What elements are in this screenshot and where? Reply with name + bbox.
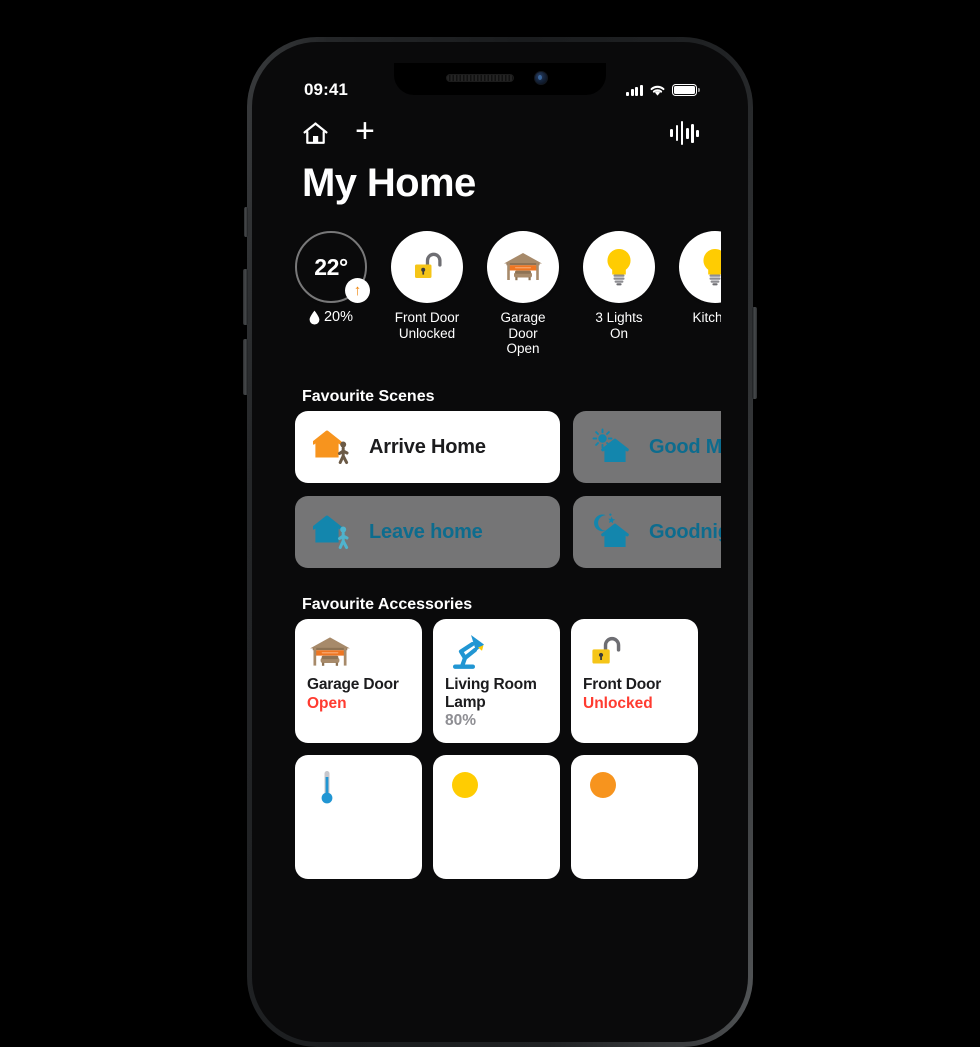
accessory-name: Garage Door [307, 676, 399, 693]
accessory-card-partial[interactable] [433, 755, 560, 879]
status-item-label: Kitchen [692, 310, 721, 325]
phone-device: 09:41 + My Home 22° ↑ 20% Front Door Unl… [243, 37, 757, 1047]
status-item-label: Garage Door Open [500, 310, 546, 356]
scene-card-good-morning[interactable]: Good Morning [573, 411, 721, 483]
accessory-name: Front Door [583, 676, 662, 693]
house-moon-icon [591, 512, 635, 552]
wifi-icon [649, 84, 666, 97]
scene-label: Arrive Home [369, 435, 486, 458]
front-camera-icon [533, 71, 548, 85]
accessories-grid-row-partial [295, 755, 721, 879]
status-item-garage-door[interactable]: Garage Door Open [485, 231, 561, 357]
waveform-icon[interactable] [670, 121, 699, 145]
humidity-value: 20% [323, 309, 354, 325]
lightbulb-on-icon [602, 246, 636, 288]
humidity-readout: 20% [309, 309, 353, 325]
scene-card-leave-home[interactable]: Leave home [295, 496, 560, 568]
silent-switch-button[interactable] [244, 207, 248, 237]
accessory-state: Unlocked [583, 694, 653, 712]
earpiece-speaker-icon [445, 74, 514, 82]
status-bar-icons [625, 84, 700, 97]
home-icon[interactable] [302, 121, 329, 146]
scene-label: Goodnight [649, 520, 721, 543]
status-item-lights[interactable]: 3 Lights On [581, 231, 657, 357]
accessory-card-front-door[interactable]: Front Door Unlocked [571, 619, 698, 743]
status-bar-time: 09:41 [304, 80, 348, 99]
phone-notch [393, 63, 606, 95]
plus-icon[interactable]: + [355, 114, 375, 148]
lightbulb-orange-icon [583, 766, 686, 810]
scene-card-goodnight[interactable]: Goodnight [573, 496, 721, 568]
status-circle [487, 231, 559, 303]
desk-lamp-icon [445, 630, 548, 674]
status-circle [583, 231, 655, 303]
accessory-name: Living Room Lamp [445, 676, 537, 711]
accessories-section-title: Favourite Accessories [302, 596, 473, 613]
scene-label: Good Morning [649, 435, 721, 458]
arrow-up-icon: ↑ [345, 278, 370, 303]
status-circle [391, 231, 463, 303]
status-item-climate[interactable]: 22° ↑ 20% [293, 231, 370, 357]
accessory-card-partial[interactable] [571, 755, 698, 879]
lightbulb-on-icon [698, 246, 721, 288]
garage-door-open-icon [501, 247, 545, 287]
house-sun-icon [591, 427, 635, 467]
accessory-card-partial[interactable] [295, 755, 422, 879]
accessory-card-living-room-lamp[interactable]: Living Room Lamp 80% [433, 619, 560, 743]
app-nav-bar: + [278, 109, 721, 157]
battery-full-icon [672, 84, 700, 96]
phone-screen: 09:41 + My Home 22° ↑ 20% Front Door Unl… [278, 63, 721, 1021]
water-drop-icon [309, 310, 320, 325]
temperature-dial: 22° ↑ [295, 231, 370, 303]
status-item-kitchen[interactable]: Kitchen [677, 231, 721, 357]
garage-door-open-icon [307, 630, 410, 674]
status-strip: 22° ↑ 20% Front Door Unlocked Garage Doo… [278, 231, 721, 357]
accessory-state: Open [307, 694, 347, 712]
volume-up-button[interactable] [243, 269, 248, 325]
accessory-state: 80% [445, 712, 477, 729]
status-circle [679, 231, 721, 303]
status-item-front-door[interactable]: Front Door Unlocked [389, 231, 465, 357]
scenes-grid: Arrive Home Good M Leave home Goodni [295, 411, 721, 568]
signal-bars-icon [625, 84, 643, 96]
scene-label: Leave home [369, 520, 483, 543]
thermometer-icon [307, 766, 410, 810]
scenes-section-title: Favourite Scenes [302, 388, 435, 405]
temperature-value: 22° [314, 253, 348, 280]
power-button[interactable] [752, 307, 757, 399]
unlocked-padlock-icon [583, 630, 686, 674]
lightbulb-yellow-icon [445, 766, 548, 810]
status-item-label: 3 Lights On [595, 310, 643, 341]
accessories-grid: Garage Door Open Living Room Lamp 80% Fr… [295, 619, 721, 743]
scene-card-arrive-home[interactable]: Arrive Home [295, 411, 560, 483]
page-title: My Home [302, 161, 476, 205]
accessory-card-garage-door[interactable]: Garage Door Open [295, 619, 422, 743]
status-item-label: Front Door Unlocked [394, 310, 460, 341]
house-leave-icon [313, 512, 355, 552]
unlocked-padlock-icon [407, 247, 447, 287]
volume-down-button[interactable] [243, 339, 248, 395]
house-arrive-icon [313, 427, 355, 467]
